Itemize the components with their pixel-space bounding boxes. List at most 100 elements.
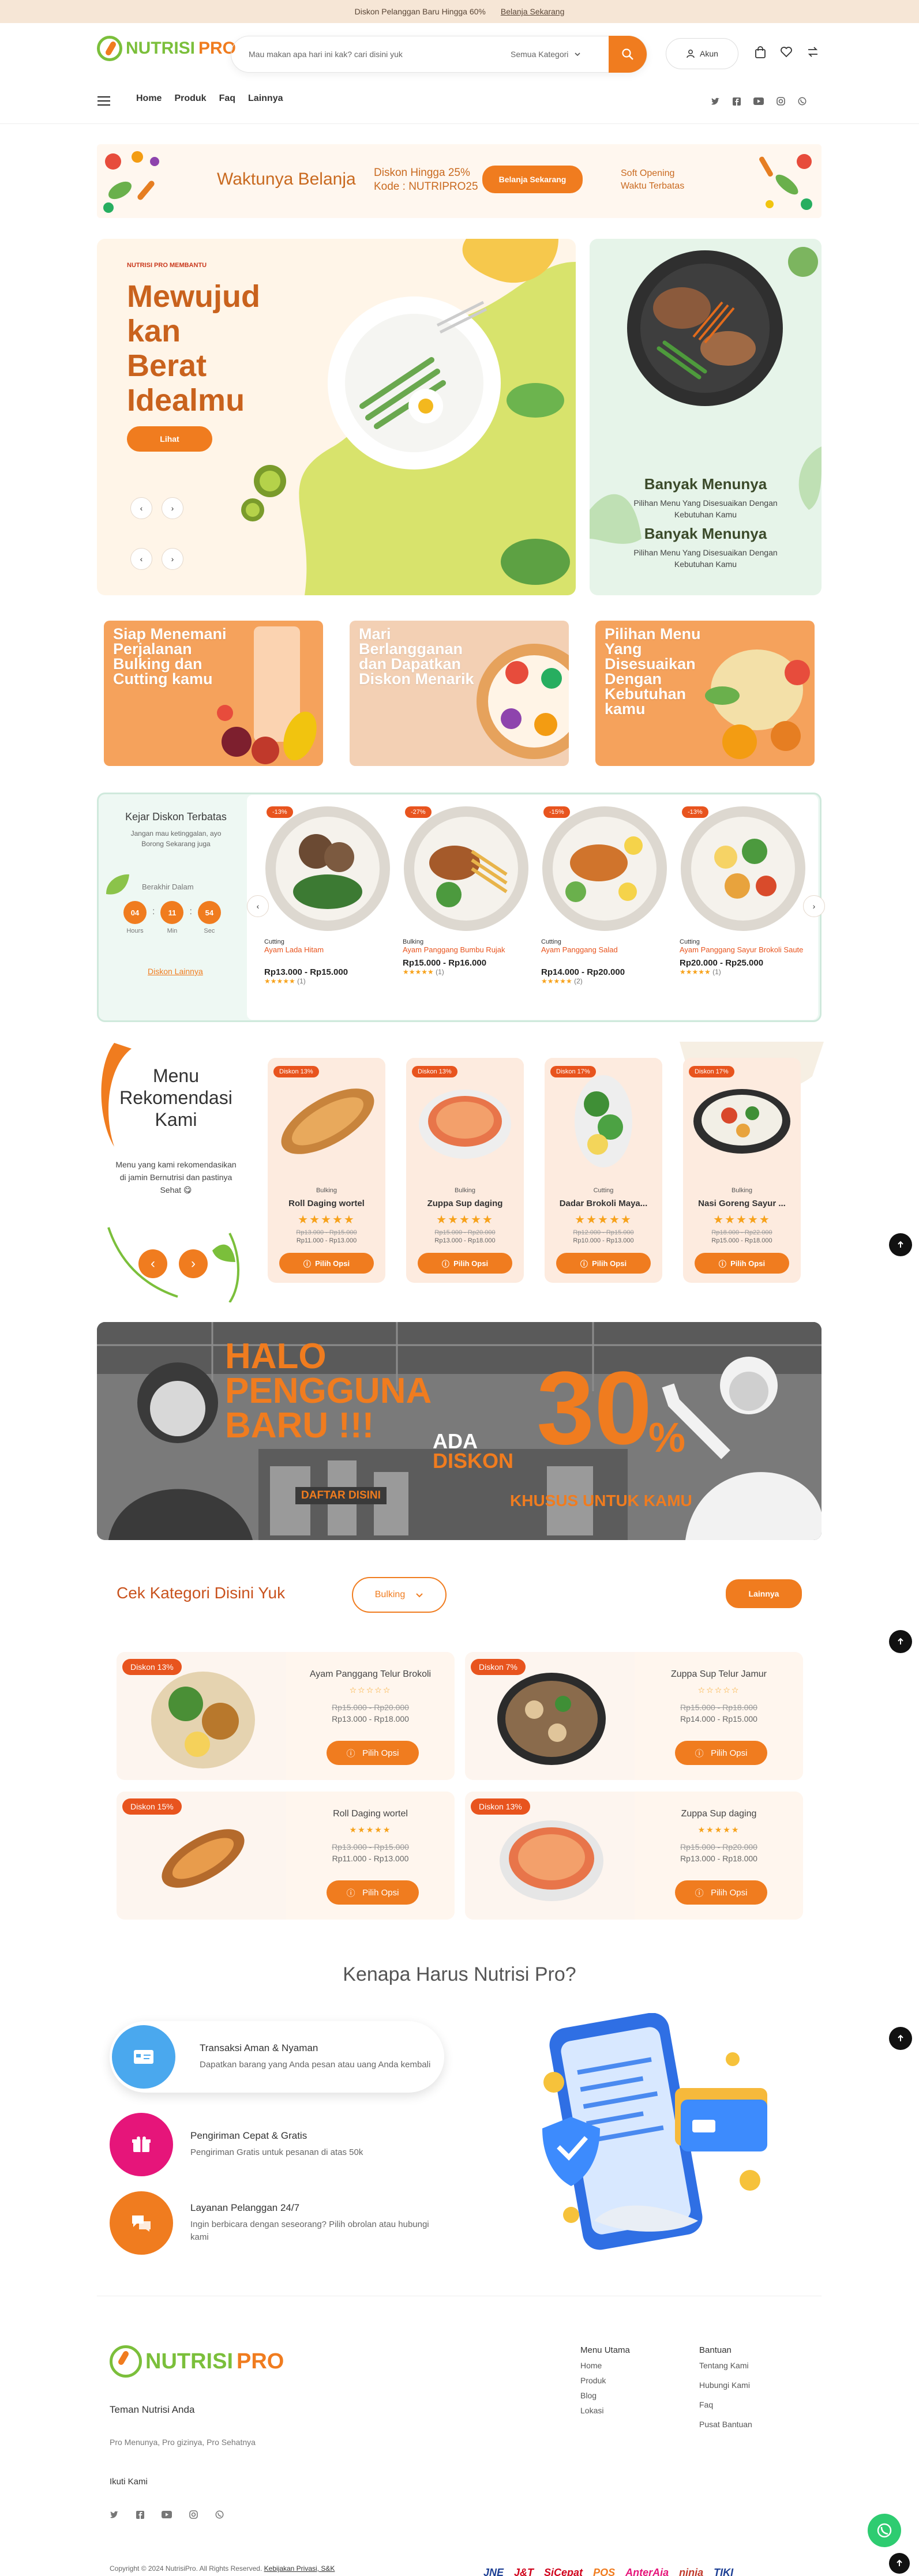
- footer-link-contact[interactable]: Hubungi Kami: [699, 2380, 752, 2390]
- rating-stars: ★★★★★: [436, 1214, 494, 1226]
- hamburger-menu-icon[interactable]: [97, 96, 111, 109]
- product-name[interactable]: Nasi Goreng Sayur ...: [683, 1199, 801, 1208]
- product-name[interactable]: Roll Daging wortel: [268, 1199, 385, 1208]
- side-banner: Banyak Menunya Pilihan Menu Yang Disesua…: [590, 239, 822, 595]
- hero-prev-arrow-icon[interactable]: ‹: [130, 497, 152, 519]
- site-logo[interactable]: NUTRISI PRO: [97, 36, 236, 61]
- scroll-top-button[interactable]: [889, 1630, 912, 1653]
- choose-option-button[interactable]: ⓘ Pilih Opsi: [279, 1253, 374, 1274]
- choose-option-button[interactable]: ⓘ Pilih Opsi: [695, 1253, 789, 1274]
- flash-product-card[interactable]: -27% Bulking Ayam Panggang Bumbu Rujak R…: [403, 805, 537, 976]
- kategori-card[interactable]: Diskon 13% Zuppa Sup daging ★★★★★ Rp15.0…: [465, 1792, 803, 1920]
- footer-link-home[interactable]: Home: [580, 2361, 630, 2370]
- choose-option-button[interactable]: ⓘ Pilih Opsi: [675, 1741, 767, 1765]
- kategori-card[interactable]: Diskon 13% Ayam Panggang Telur Brokoli ☆…: [117, 1652, 455, 1780]
- product-name[interactable]: Zuppa Sup daging: [635, 1809, 803, 1819]
- product-name[interactable]: Ayam Lada Hitam: [264, 945, 398, 955]
- privacy-link[interactable]: Kebijakan Privasi, S&K: [264, 2564, 335, 2573]
- flash-product-card[interactable]: -13% Cutting Ayam Lada Hitam Rp13.000 - …: [264, 805, 398, 985]
- product-name[interactable]: Ayam Panggang Telur Brokoli: [286, 1669, 455, 1680]
- choose-option-button[interactable]: ⓘ Pilih Opsi: [327, 1880, 419, 1905]
- logo-text-nutri: NUTRISI: [126, 39, 195, 58]
- product-name[interactable]: Zuppa Sup daging: [406, 1199, 524, 1208]
- new-user-banner[interactable]: HALO PENGGUNA BARU !!! ADA DISKON 30 % K…: [97, 1322, 822, 1540]
- why-item-shipping: Pengiriman Cepat & Gratis Pengiriman Gra…: [110, 2109, 444, 2180]
- youtube-icon[interactable]: [162, 2511, 172, 2518]
- choose-option-button[interactable]: ⓘ Pilih Opsi: [675, 1880, 767, 1905]
- kategori-card[interactable]: Diskon 15% Roll Daging wortel ★★★★★ Rp13…: [117, 1792, 455, 1920]
- category-card-bulking[interactable]: Siap Menemani Perjalanan Bulking dan Cut…: [104, 621, 323, 766]
- rating-stars: ★★★★★: [713, 1214, 771, 1226]
- product-price: Rp15.000 - Rp16.000: [403, 958, 487, 968]
- youtube-icon[interactable]: [753, 97, 764, 105]
- choose-option-button[interactable]: ⓘ Pilih Opsi: [418, 1253, 512, 1274]
- banner-percent-value: 30: [537, 1350, 652, 1466]
- scroll-top-button[interactable]: [889, 2553, 910, 2574]
- category-select[interactable]: Semua Kategori: [511, 50, 609, 59]
- account-button[interactable]: Akun: [666, 38, 738, 69]
- footer-link-about[interactable]: Tentang Kami: [699, 2361, 752, 2370]
- product-name[interactable]: Roll Daging wortel: [286, 1809, 455, 1819]
- footer-logo[interactable]: NUTRISI PRO: [110, 2345, 284, 2378]
- twitter-icon[interactable]: [711, 97, 720, 106]
- countdown-separator: :: [189, 907, 192, 917]
- flash-product-card[interactable]: -13% Cutting Ayam Panggang Sayur Brokoli…: [680, 805, 813, 976]
- hero-next-arrow-icon[interactable]: ›: [162, 497, 183, 519]
- twitter-icon[interactable]: [110, 2511, 119, 2519]
- rekomendasi-prev-arrow-icon[interactable]: ‹: [138, 1249, 167, 1278]
- instagram-icon[interactable]: [189, 2510, 198, 2519]
- whatsapp-chat-button[interactable]: [868, 2514, 901, 2547]
- footer-link-blog[interactable]: Blog: [580, 2391, 630, 2400]
- compare-icon[interactable]: [807, 46, 819, 61]
- promo-shop-button[interactable]: Belanja Sekarang: [482, 166, 583, 193]
- kategori-select[interactable]: Bulking: [352, 1577, 447, 1613]
- nav-home[interactable]: Home: [136, 93, 162, 104]
- product-name[interactable]: Ayam Panggang Sayur Brokoli Saute: [680, 945, 813, 955]
- flash-product-card[interactable]: -15% Cutting Ayam Panggang Salad Rp14.00…: [541, 805, 675, 985]
- nav-produk[interactable]: Produk: [174, 93, 206, 104]
- product-name[interactable]: Dadar Brokoli Maya...: [545, 1199, 662, 1208]
- category-card-subscribe[interactable]: Mari Berlangganan dan Dapatkan Diskon Me…: [350, 621, 569, 766]
- hero-view-button[interactable]: Lihat: [127, 426, 212, 452]
- product-name[interactable]: Ayam Panggang Bumbu Rujak: [403, 945, 537, 955]
- scroll-top-button[interactable]: [889, 2027, 912, 2050]
- top-promo-link[interactable]: Belanja Sekarang: [501, 7, 565, 16]
- nav-lainnya[interactable]: Lainnya: [248, 93, 283, 104]
- search-input[interactable]: Mau makan apa hari ini kak? cari disini …: [231, 50, 511, 59]
- footer-link-faq[interactable]: Faq: [699, 2400, 752, 2409]
- copyright-text: Copyright © 2024 NutrisiPro. All Rights …: [110, 2564, 262, 2573]
- product-name[interactable]: Ayam Panggang Salad: [541, 945, 675, 955]
- hero-next-arrow-icon-2[interactable]: ›: [162, 548, 183, 570]
- facebook-icon[interactable]: [136, 2510, 144, 2519]
- wishlist-icon[interactable]: [780, 46, 793, 61]
- recommend-card[interactable]: Diskon 17% Cutting Dadar Brokoli Maya...…: [545, 1058, 662, 1283]
- footer-link-lokasi[interactable]: Lokasi: [580, 2406, 630, 2415]
- why-item-support: Layanan Pelanggan 24/7 Ingin berbicara d…: [110, 2187, 444, 2259]
- instagram-icon[interactable]: [777, 97, 785, 106]
- recommend-card[interactable]: Diskon 17% Bulking Nasi Goreng Sayur ...…: [683, 1058, 801, 1283]
- recommend-card[interactable]: Diskon 13% Bulking Zuppa Sup daging ★★★★…: [406, 1058, 524, 1283]
- hero-headline: Mewujud kan Berat Idealmu: [127, 279, 300, 418]
- cart-icon[interactable]: [755, 46, 766, 62]
- footer-link-help-center[interactable]: Pusat Bantuan: [699, 2420, 752, 2429]
- hero-prev-arrow-icon-2[interactable]: ‹: [130, 548, 152, 570]
- footer-subtagline: Pro Menunya, Pro gizinya, Pro Sehatnya: [110, 2438, 256, 2447]
- scroll-top-button[interactable]: [889, 1233, 912, 1256]
- kategori-card[interactable]: Diskon 7% Zuppa Sup Telur Jamur ☆☆☆☆☆ Rp…: [465, 1652, 803, 1780]
- kategori-more-button[interactable]: Lainnya: [726, 1579, 802, 1608]
- nav-faq[interactable]: Faq: [219, 93, 235, 104]
- rekomendasi-next-arrow-icon[interactable]: ›: [179, 1249, 208, 1278]
- banner-register-button[interactable]: DAFTAR DISINI: [295, 1487, 387, 1504]
- choose-option-button[interactable]: ⓘ Pilih Opsi: [556, 1253, 651, 1274]
- facebook-icon[interactable]: [733, 97, 741, 106]
- search-button[interactable]: [609, 36, 647, 73]
- whatsapp-icon[interactable]: [215, 2510, 224, 2519]
- recommend-card[interactable]: Diskon 13% Bulking Roll Daging wortel ★★…: [268, 1058, 385, 1283]
- category-card-menu[interactable]: Pilihan Menu Yang Disesuaikan Dengan Keb…: [595, 621, 815, 766]
- choose-option-button[interactable]: ⓘ Pilih Opsi: [327, 1741, 419, 1765]
- product-name[interactable]: Zuppa Sup Telur Jamur: [635, 1669, 803, 1680]
- flash-more-link[interactable]: Diskon Lainnya: [148, 967, 203, 976]
- product-type: Cutting: [264, 938, 284, 945]
- footer-link-produk[interactable]: Produk: [580, 2376, 630, 2385]
- whatsapp-icon[interactable]: [798, 97, 807, 106]
